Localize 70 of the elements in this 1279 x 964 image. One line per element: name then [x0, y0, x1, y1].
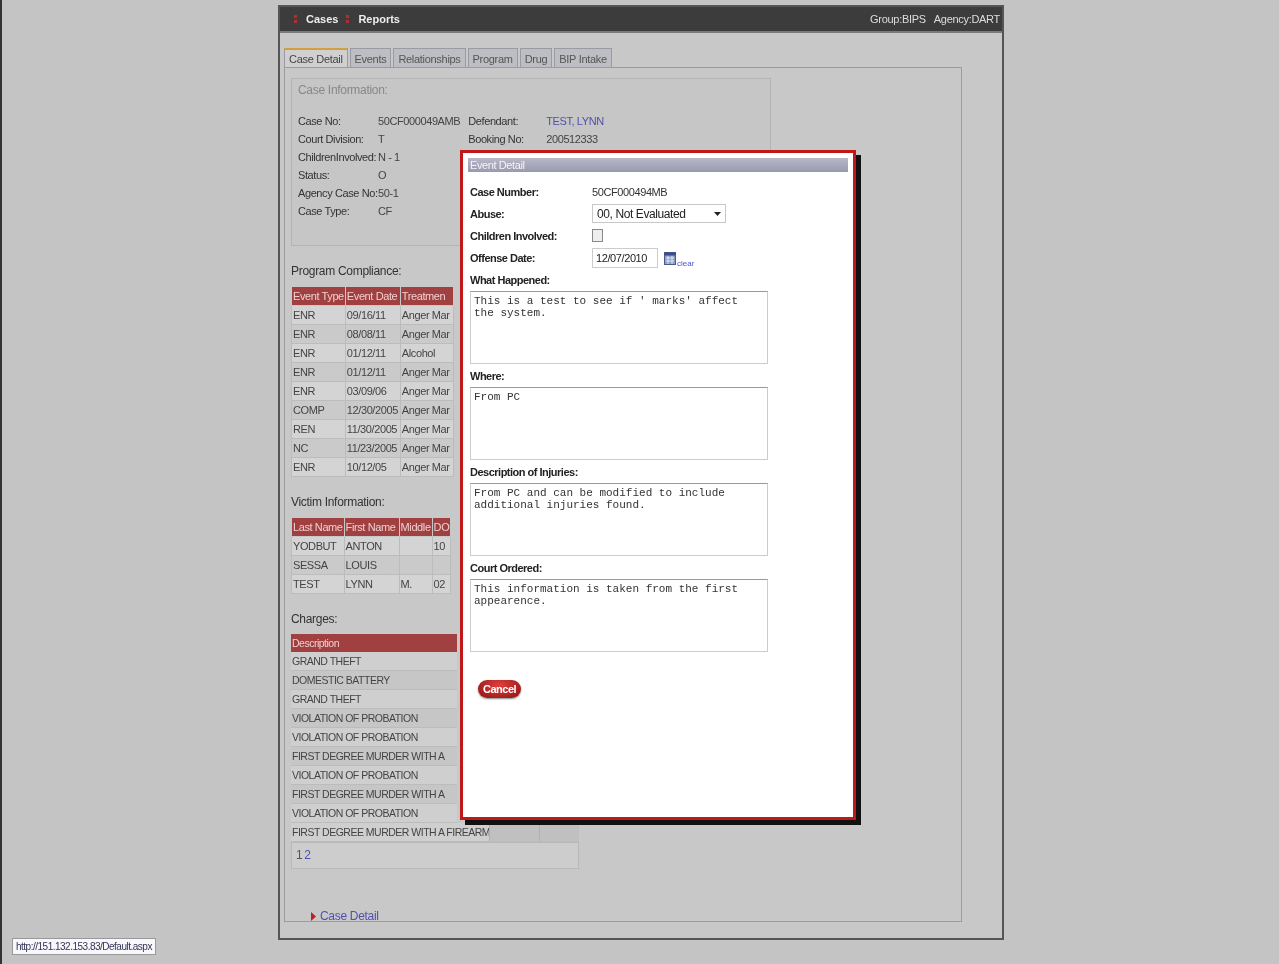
field-label: Booking No: [468, 133, 525, 145]
column-header[interactable]: Treatmen [400, 286, 454, 306]
field-label: Status: [298, 169, 331, 181]
caret-icon [714, 211, 721, 216]
abuse-dropdown[interactable]: 00, Not Evaluated [592, 204, 726, 223]
checkbox[interactable] [592, 229, 603, 242]
clear-link[interactable]: clear [677, 259, 695, 268]
table-cell: GRAND THEFT [291, 690, 457, 709]
field-label: Offense Date: [470, 252, 537, 264]
column-header[interactable]: First Name [344, 517, 400, 537]
field-value: CF [378, 205, 393, 217]
defendant-link[interactable]: TEST, LYNN [546, 115, 604, 127]
page-link[interactable]: 2 [304, 848, 311, 862]
date-field[interactable]: 12/07/2010 [592, 248, 658, 268]
field-value: 200512333 [546, 133, 599, 145]
nav-link[interactable]: Reports [358, 13, 400, 25]
agency-label: Agency:DART [933, 13, 1000, 25]
dots-icon [294, 15, 298, 23]
triangle-icon [311, 911, 316, 921]
tab[interactable]: Case Detail [284, 48, 348, 67]
case-number-value: 50CF000494MB [592, 186, 669, 198]
column-header[interactable]: Last Name [291, 517, 345, 537]
calendar-icon[interactable] [664, 251, 676, 265]
column-header[interactable]: Event Date [345, 286, 401, 306]
tab[interactable]: Drug [519, 48, 553, 67]
field-label: Abuse: [470, 207, 506, 220]
field-label: Case No: [298, 115, 342, 127]
field-value: O [378, 169, 388, 181]
field-value: T [378, 133, 386, 145]
field-label: What Happened: [470, 274, 551, 286]
table-cell: VIOLATION OF PROBATION [291, 728, 457, 747]
text-area[interactable]: From PC [470, 387, 768, 460]
table-cell: VIOLATION OF PROBATION [291, 766, 457, 785]
field-label: Agency Case No: [298, 187, 378, 199]
section-title: Charges: [291, 612, 338, 626]
field-label: Case Number: [470, 186, 540, 198]
field-value: N - 1 [378, 151, 401, 163]
text-area[interactable]: From PC and can be modified to include additional injuries found. [470, 483, 768, 556]
column-header[interactable]: Event Type [291, 286, 346, 306]
tab[interactable]: BIP Intake [554, 48, 612, 67]
tab[interactable]: Program [467, 48, 518, 67]
text-area[interactable]: This is a test to see if ' marks' affect the system. [470, 291, 768, 364]
field-label: Where: [470, 370, 506, 382]
field-label: ChildrenInvolved: [298, 151, 378, 163]
dialog-title-bar: Event Detail [468, 158, 848, 172]
group-label: Group:BIPS [870, 13, 926, 25]
nav-link[interactable]: Cases [306, 13, 339, 25]
section-title: Program Compliance: [291, 264, 402, 278]
tab[interactable]: Events [349, 48, 392, 67]
text-area[interactable]: This information is taken from the first appearence. [470, 579, 768, 652]
section-title: Victim Information: [291, 495, 385, 509]
field-label: Court Division: [298, 133, 365, 145]
section-title: Case Information: [298, 83, 389, 97]
field-label: Defendant: [468, 115, 520, 127]
case-detail-link[interactable]: Case Detail [320, 909, 379, 923]
tab[interactable]: Relationships [393, 48, 466, 67]
status-url-tooltip: http://151.132.153.83/Default.aspx [12, 938, 156, 955]
dots-icon [346, 15, 351, 23]
field-value: 50-1 [378, 187, 400, 199]
table-cell: GRAND THEFT [291, 652, 457, 671]
table-cell: VIOLATION OF PROBATION [291, 804, 457, 823]
field-label: Description of Injuries: [470, 466, 579, 478]
cancel-button[interactable]: Cancel [478, 680, 522, 698]
field-label: Court Ordered: [470, 562, 543, 574]
field-label: Case Type: [298, 205, 351, 217]
page-link[interactable]: 1 [296, 848, 303, 862]
field-value: 50CF000049AMB [378, 115, 461, 127]
field-label: Children Involved: [470, 229, 558, 242]
column-header[interactable]: Description [291, 634, 457, 652]
column-header[interactable]: Middle [399, 517, 433, 537]
